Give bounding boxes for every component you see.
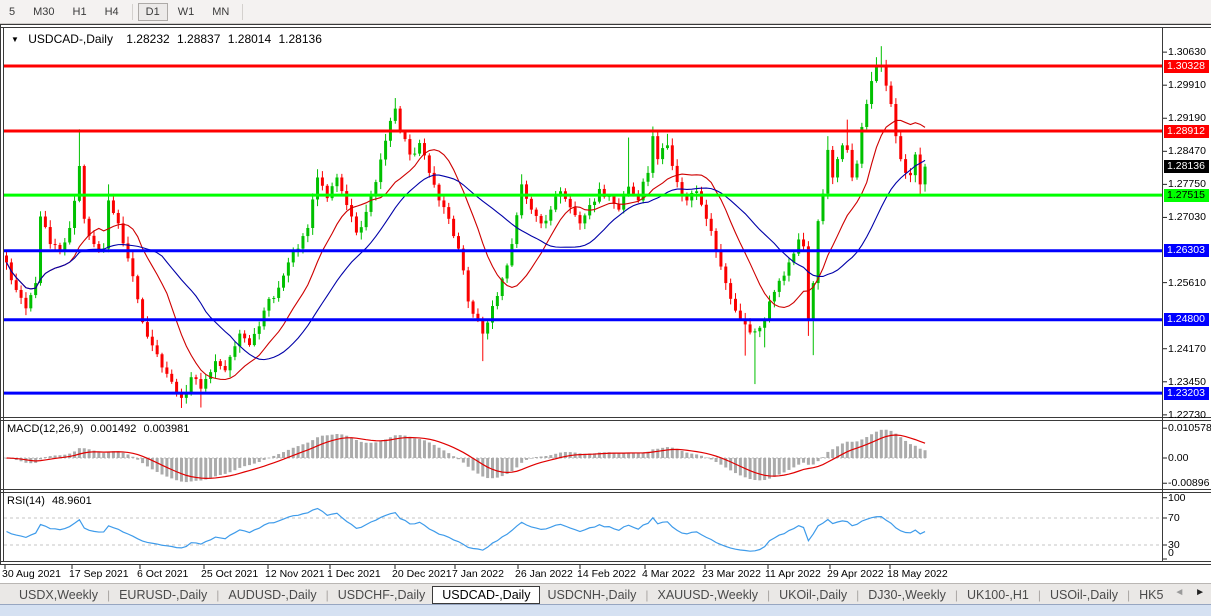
- price-level-badge: 1.26303: [1164, 244, 1209, 258]
- rsi-pane: [4, 507, 1162, 552]
- main-price-pane: [4, 46, 1162, 408]
- chart-canvas: [0, 24, 1211, 569]
- tab-separator: |: [766, 587, 771, 602]
- price-tick-label: 1.25610: [1168, 276, 1206, 289]
- tab-usoil-daily[interactable]: USOil-,Daily: [1043, 587, 1125, 603]
- tab-xauusd-weekly[interactable]: XAUUSD-,Weekly: [650, 587, 764, 603]
- window-borders: [0, 24, 1211, 565]
- date-tick-label: 26 Jan 2022: [515, 568, 573, 580]
- tabs-scroll-right-icon[interactable]: ►: [1195, 587, 1205, 598]
- macd-tick-label: -0.00896: [1168, 477, 1210, 490]
- date-tick-label: 12 Nov 2021: [265, 568, 325, 580]
- rsi-indicator-label: RSI(14) 48.9601: [7, 495, 96, 507]
- price-level-badge: 1.27515: [1164, 188, 1209, 202]
- price-tick-label: 1.27030: [1168, 211, 1206, 224]
- ohlc-open: 1.28232: [126, 32, 170, 46]
- price-level-badge: 1.30328: [1164, 59, 1209, 73]
- tab-separator: |: [325, 587, 329, 602]
- timeframe-toolbar: 5 M30 H1 H4 D1 W1 MN: [0, 0, 1211, 24]
- price-level-badge: 1.23203: [1164, 386, 1209, 400]
- timeframe-button-5[interactable]: 5: [1, 3, 23, 21]
- tab-separator: |: [645, 587, 649, 602]
- toolbar-separator: [131, 3, 133, 20]
- macd-indicator-label: MACD(12,26,9) 0.001492 0.003981: [7, 423, 193, 435]
- symbol-tab-bar: USDX,Weekly | EURUSD-,Daily | AUDUSD-,Daily |…: [0, 583, 1211, 605]
- date-tick-label: 7 Jan 2022: [452, 568, 504, 580]
- tab-separator: |: [216, 587, 220, 602]
- date-tick-label: 4 Mar 2022: [642, 568, 696, 580]
- tab-usdchf-daily[interactable]: USDCHF-,Daily: [331, 587, 433, 603]
- toolbar-separator: [242, 3, 244, 20]
- macd-signal-value: 0.003981: [143, 423, 190, 435]
- tab-scroll-arrows: ◄ ►: [1166, 587, 1205, 598]
- macd-main-value: 0.001492: [90, 423, 137, 435]
- tabs-scroll-left-icon[interactable]: ◄: [1174, 587, 1184, 598]
- date-tick-label: 11 Apr 2022: [765, 568, 821, 580]
- tab-usdx-weekly[interactable]: USDX,Weekly: [12, 587, 105, 603]
- macd-tick-label: 0.00: [1168, 452, 1189, 464]
- date-axis: 30 Aug 2021 17 Sep 2021 6 Oct 2021 25 Oct 2…: [0, 566, 1211, 582]
- ohlc-high: 1.28837: [177, 32, 221, 46]
- timeframe-button-mn[interactable]: MN: [204, 3, 237, 21]
- tab-uk100-h1[interactable]: UK100-,H1: [960, 587, 1036, 603]
- tab-eurusd-daily[interactable]: EURUSD-,Daily: [112, 587, 214, 603]
- chart-collapse-icon[interactable]: ▼: [11, 35, 19, 44]
- macd-pane: [4, 429, 928, 483]
- macd-tick-label: 0.010578: [1168, 422, 1211, 435]
- ohlc-low: 1.28014: [227, 32, 272, 46]
- tab-separator: |: [106, 587, 111, 602]
- rsi-tick-label: 100: [1168, 491, 1186, 504]
- date-tick-label: 30 Aug 2021: [2, 568, 61, 580]
- timeframe-button-h1[interactable]: H1: [65, 3, 95, 21]
- rsi-tick-label: 0: [1168, 547, 1174, 559]
- date-tick-label: 25 Oct 2021: [201, 568, 259, 580]
- tab-dj30-weekly[interactable]: DJ30-,Weekly: [861, 587, 953, 603]
- date-tick-label: 1 Dec 2021: [327, 568, 381, 580]
- date-tick-label: 23 Mar 2022: [702, 568, 761, 580]
- timeframe-button-m30[interactable]: M30: [25, 3, 62, 21]
- tab-separator: |: [1127, 587, 1131, 602]
- window-bottom-strip: [0, 604, 1211, 616]
- rsi-name: RSI(14): [7, 495, 45, 507]
- chart-symbol-label: USDCAD-,Daily: [28, 32, 113, 46]
- rsi-value: 48.9601: [51, 495, 92, 507]
- tab-hk5[interactable]: HK5: [1132, 587, 1170, 603]
- price-axis: 1.30630 1.29910 1.29190 1.28470 1.27750 1.270…: [1163, 0, 1211, 583]
- date-tick-label: 14 Feb 2022: [577, 568, 636, 580]
- ohlc-close: 1.28136: [278, 32, 322, 46]
- trading-terminal-window: 5 M30 H1 H4 D1 W1 MN ▼ USDCAD-,Daily 1.28232 1…: [0, 0, 1211, 616]
- timeframe-button-h4[interactable]: H4: [97, 3, 127, 21]
- price-level-badge: 1.28912: [1164, 124, 1209, 138]
- date-tick-label: 17 Sep 2021: [69, 568, 129, 580]
- date-tick-label: 18 May 2022: [887, 568, 948, 580]
- chart-title: ▼ USDCAD-,Daily 1.28232 1.28837 1.28014 …: [11, 32, 326, 46]
- price-tick-label: 1.28470: [1168, 145, 1206, 158]
- price-tick-label: 1.22730: [1168, 408, 1206, 421]
- symbol-tabs: USDX,Weekly | EURUSD-,Daily | AUDUSD-,Daily |…: [0, 584, 1170, 605]
- date-tick-label: 20 Dec 2021: [392, 568, 452, 580]
- date-tick-label: 29 Apr 2022: [827, 568, 884, 580]
- tab-separator: |: [1037, 587, 1041, 602]
- price-tick-label: 1.24170: [1168, 342, 1206, 355]
- price-tick-label: 1.29910: [1168, 79, 1206, 92]
- tab-separator: |: [856, 587, 860, 602]
- tab-usdcad-daily[interactable]: USDCAD-,Daily: [432, 585, 541, 604]
- price-level-badge: 1.24800: [1164, 313, 1209, 327]
- macd-name: MACD(12,26,9): [7, 423, 84, 435]
- tab-separator: |: [954, 587, 958, 602]
- timeframe-button-w1[interactable]: W1: [170, 3, 203, 21]
- price-tick-label: 1.30630: [1168, 46, 1206, 59]
- timeframe-button-d1[interactable]: D1: [137, 2, 168, 21]
- rsi-tick-label: 70: [1168, 512, 1180, 524]
- tab-ukoil-daily[interactable]: UKOil-,Daily: [772, 587, 854, 603]
- price-tick-label: 1.29190: [1168, 112, 1206, 125]
- tab-audusd-daily[interactable]: AUDUSD-,Daily: [221, 587, 323, 603]
- tab-usdcnh-daily[interactable]: USDCNH-,Daily: [540, 587, 643, 603]
- price-level-badge: 1.28136: [1164, 160, 1209, 174]
- date-tick-label: 6 Oct 2021: [137, 568, 189, 580]
